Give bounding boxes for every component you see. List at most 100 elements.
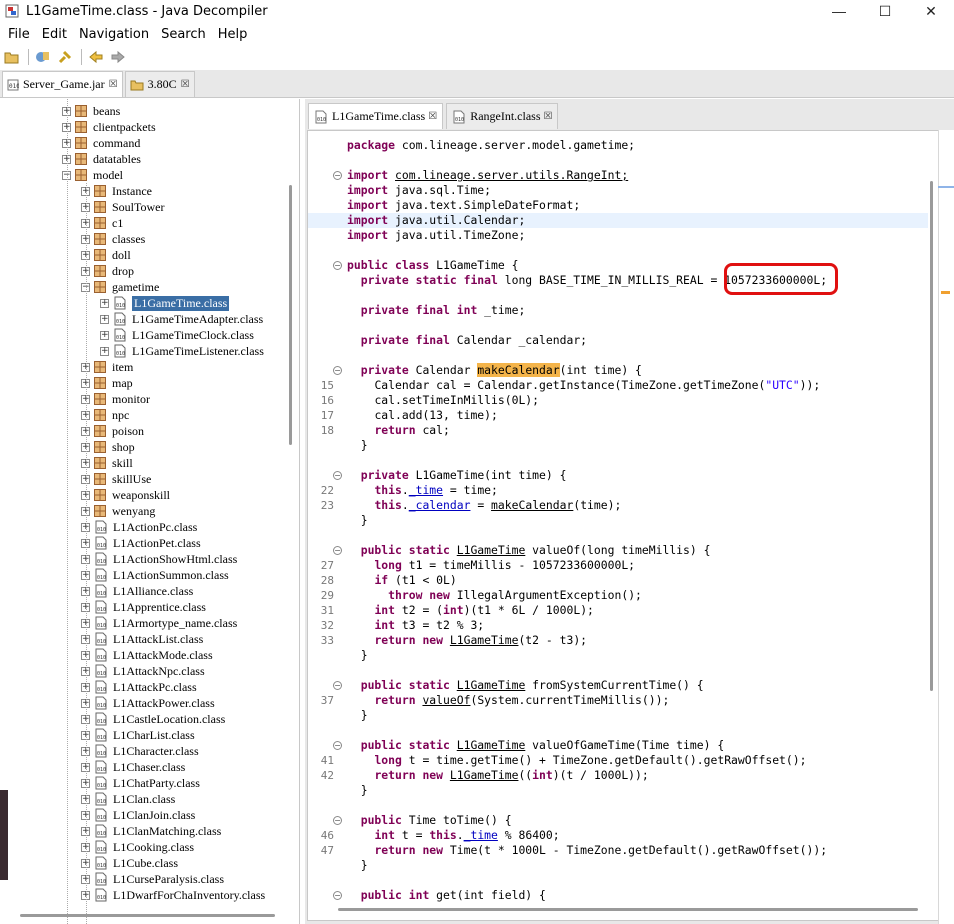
tree-class[interactable]: +010 L1CharList.class	[81, 727, 195, 743]
close-tab-icon[interactable]: ☒	[109, 79, 118, 90]
tree-class[interactable]: +010 L1ClanJoin.class	[81, 807, 195, 823]
tree-class[interactable]: +010 L1Character.class	[81, 743, 199, 759]
tree-class[interactable]: +010 L1Alliance.class	[81, 583, 193, 599]
tree-package[interactable]: − model	[62, 167, 123, 183]
tree-class[interactable]: +010 L1GameTimeAdapter.class	[100, 311, 263, 327]
menu-help[interactable]: Help	[212, 27, 254, 42]
tree-class[interactable]: +010 L1Armortype_name.class	[81, 615, 237, 631]
close-tab-icon[interactable]: ☒	[428, 111, 437, 122]
tree-package[interactable]: + monitor	[81, 391, 150, 407]
tree-class[interactable]: +010 L1DwarfForChaInventory.class	[81, 887, 265, 903]
close-tab-icon[interactable]: ☒	[544, 111, 553, 122]
tree-package[interactable]: + doll	[81, 247, 131, 263]
tree-package[interactable]: + poison	[81, 423, 144, 439]
svg-text:010: 010	[97, 623, 106, 629]
fold-toggle-icon[interactable]: −	[333, 741, 342, 750]
expand-icon[interactable]: +	[100, 346, 109, 356]
tree-class[interactable]: +010 L1Apprentice.class	[81, 599, 206, 615]
forward-arrow-icon[interactable]	[108, 47, 128, 67]
tree-class[interactable]: +010 L1ActionShowHtml.class	[81, 551, 237, 567]
tab-rangeint-class[interactable]: 010 RangeInt.class ☒	[446, 103, 559, 129]
tree-package[interactable]: + shop	[81, 439, 135, 455]
tree-item-label: clientpackets	[93, 119, 156, 134]
editor-vertical-scrollbar[interactable]	[930, 181, 933, 691]
tree-package[interactable]: + item	[81, 359, 133, 375]
fold-toggle-icon[interactable]: −	[333, 816, 342, 825]
menu-navigation[interactable]: Navigation	[73, 27, 155, 42]
menu-edit[interactable]: Edit	[36, 27, 73, 42]
editor-horizontal-scrollbar[interactable]	[338, 908, 918, 911]
tab-3-80c[interactable]: 3.80C ☒	[124, 71, 195, 97]
tree-package[interactable]: + SoulTower	[81, 199, 165, 215]
tree-package[interactable]: + classes	[81, 231, 145, 247]
tree-class[interactable]: +010 L1GameTimeClock.class	[100, 327, 254, 343]
overview-marker[interactable]	[938, 186, 954, 188]
fold-toggle-icon[interactable]: −	[333, 681, 342, 690]
maximize-button[interactable]: ☐	[862, 0, 908, 22]
tree-class[interactable]: +010 L1AttackList.class	[81, 631, 203, 647]
tree-class[interactable]: +010 L1AttackMode.class	[81, 647, 213, 663]
tree-package[interactable]: + beans	[62, 103, 120, 119]
tree-class[interactable]: +010 L1GameTimeListener.class	[100, 343, 264, 359]
tree-package[interactable]: + skill	[81, 455, 133, 471]
menu-file[interactable]: File	[2, 27, 36, 42]
tree-class[interactable]: +010 L1ActionPc.class	[81, 519, 197, 535]
tab-l1gametime-class[interactable]: 010 L1GameTime.class ☒	[308, 103, 444, 129]
svg-text:010: 010	[97, 719, 106, 725]
tree-package[interactable]: + weaponskill	[81, 487, 170, 503]
tree-class[interactable]: +010 L1Chaser.class	[81, 759, 185, 775]
open-file-icon[interactable]	[2, 47, 22, 67]
code-line: − private Calendar makeCalendar(int time…	[333, 363, 642, 377]
tree-class[interactable]: +010 L1ActionPet.class	[81, 535, 201, 551]
back-arrow-icon[interactable]	[86, 47, 106, 67]
fold-toggle-icon[interactable]: −	[333, 546, 342, 555]
tree-horizontal-scrollbar[interactable]	[20, 914, 275, 917]
tree-package[interactable]: + command	[62, 135, 140, 151]
tree-class[interactable]: +010 L1Cooking.class	[81, 839, 194, 855]
tree-class[interactable]: +010 L1CurseParalysis.class	[81, 871, 224, 887]
overview-marker[interactable]	[941, 291, 950, 294]
app-icon	[4, 3, 20, 19]
tree-item-label: L1ActionSummon.class	[113, 567, 229, 582]
minimize-button[interactable]: —	[816, 0, 862, 22]
tree-package[interactable]: + Instance	[81, 183, 152, 199]
tree-package[interactable]: + map	[81, 375, 133, 391]
tree-class[interactable]: +010 L1CastleLocation.class	[81, 711, 225, 727]
tree-class[interactable]: +010 L1ClanMatching.class	[81, 823, 221, 839]
tree-package[interactable]: + npc	[81, 407, 129, 423]
expand-icon[interactable]: +	[100, 314, 109, 324]
tree-package[interactable]: + skillUse	[81, 471, 151, 487]
tree-class[interactable]: +010 L1AttackPc.class	[81, 679, 197, 695]
menu-search[interactable]: Search	[155, 27, 212, 42]
close-tab-icon[interactable]: ☒	[181, 79, 190, 90]
tree-package[interactable]: + wenyang	[81, 503, 155, 519]
open-type-icon[interactable]	[33, 47, 53, 67]
tree-class[interactable]: +010 L1GameTime.class	[100, 295, 230, 311]
window-title: L1GameTime.class - Java Decompiler	[26, 3, 268, 19]
package-tree[interactable]: + beans + clientpackets + command + datatables −…	[0, 99, 300, 924]
tree-vertical-scrollbar[interactable]	[289, 185, 292, 445]
tree-package[interactable]: + clientpackets	[62, 119, 156, 135]
tree-class[interactable]: +010 L1Clan.class	[81, 791, 175, 807]
fold-toggle-icon[interactable]: −	[333, 261, 342, 270]
expand-icon[interactable]: +	[100, 298, 109, 308]
fold-toggle-icon[interactable]: −	[333, 891, 342, 900]
fold-toggle-icon[interactable]: −	[333, 171, 342, 180]
tree-class[interactable]: +010 L1AttackNpc.class	[81, 663, 205, 679]
class-file-icon: 010	[94, 728, 113, 742]
tree-class[interactable]: +010 L1ChatParty.class	[81, 775, 200, 791]
close-button[interactable]: ✕	[908, 0, 954, 22]
code-editor[interactable]: package com.lineage.server.model.gametim…	[307, 130, 941, 921]
expand-icon[interactable]: +	[100, 330, 109, 340]
tree-class[interactable]: +010 L1AttackPower.class	[81, 695, 215, 711]
fold-toggle-icon[interactable]: −	[333, 366, 342, 375]
tab-server-game-jar[interactable]: 010 Server_Game.jar ☒	[2, 71, 123, 97]
tree-class[interactable]: +010 L1Cube.class	[81, 855, 178, 871]
tree-package[interactable]: + drop	[81, 263, 134, 279]
tree-package[interactable]: + datatables	[62, 151, 141, 167]
fold-toggle-icon[interactable]: −	[333, 471, 342, 480]
tree-class[interactable]: +010 L1ActionSummon.class	[81, 567, 229, 583]
tree-package[interactable]: − gametime	[81, 279, 159, 295]
search-icon[interactable]	[55, 47, 75, 67]
tree-package[interactable]: + c1	[81, 215, 123, 231]
